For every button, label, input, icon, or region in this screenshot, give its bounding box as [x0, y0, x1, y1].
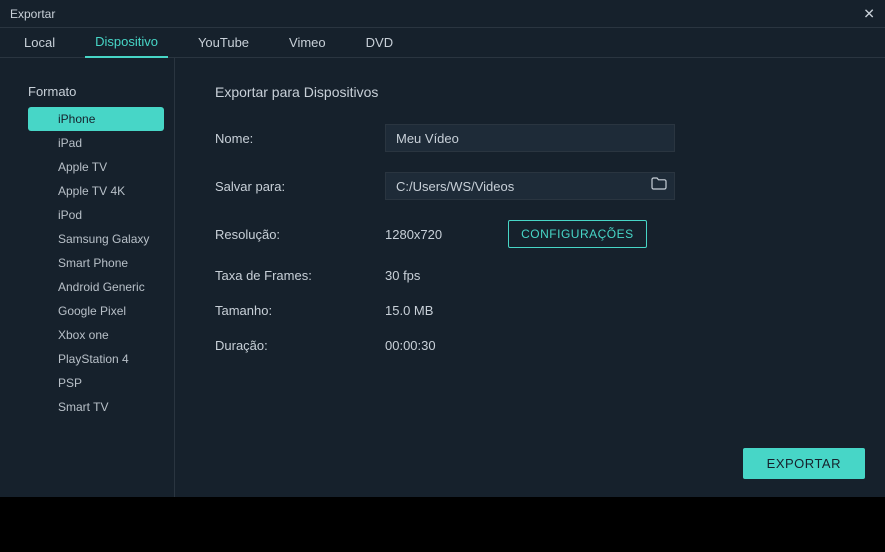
export-button[interactable]: EXPORTAR: [743, 448, 865, 479]
row-size: Tamanho: 15.0 MB: [215, 303, 865, 318]
tab-local[interactable]: Local: [14, 28, 65, 58]
tab-dvd[interactable]: DVD: [356, 28, 403, 58]
duration-label: Duração:: [215, 338, 385, 353]
settings-button[interactable]: CONFIGURAÇÕES: [508, 220, 647, 248]
titlebar: Exportar ✕: [0, 0, 885, 28]
save-input[interactable]: [385, 172, 675, 200]
format-item-xbox[interactable]: Xbox one: [28, 323, 164, 347]
format-item-iphone[interactable]: iPhone: [28, 107, 164, 131]
tab-vimeo[interactable]: Vimeo: [279, 28, 336, 58]
window-title: Exportar: [10, 7, 55, 21]
format-item-pixel[interactable]: Google Pixel: [28, 299, 164, 323]
content-panel: Exportar para Dispositivos Nome: Salvar …: [175, 58, 885, 497]
folder-icon[interactable]: [651, 177, 667, 195]
resolution-value: 1280x720: [385, 227, 442, 242]
format-item-ipod[interactable]: iPod: [28, 203, 164, 227]
dialog-body: Formato iPhone iPad Apple TV Apple TV 4K…: [0, 58, 885, 497]
tab-dispositivo[interactable]: Dispositivo: [85, 28, 168, 58]
row-resolution: Resolução: 1280x720 CONFIGURAÇÕES: [215, 220, 865, 248]
row-save: Salvar para:: [215, 172, 865, 200]
row-duration: Duração: 00:00:30: [215, 338, 865, 353]
format-item-android[interactable]: Android Generic: [28, 275, 164, 299]
duration-value: 00:00:30: [385, 338, 436, 353]
format-sidebar: Formato iPhone iPad Apple TV Apple TV 4K…: [10, 58, 175, 497]
format-item-smartphone[interactable]: Smart Phone: [28, 251, 164, 275]
format-item-ipad[interactable]: iPad: [28, 131, 164, 155]
size-value: 15.0 MB: [385, 303, 433, 318]
save-input-wrap: [385, 172, 675, 200]
format-item-psp[interactable]: PSP: [28, 371, 164, 395]
framerate-value: 30 fps: [385, 268, 420, 283]
save-label: Salvar para:: [215, 179, 385, 194]
content-title: Exportar para Dispositivos: [215, 84, 865, 100]
tab-youtube[interactable]: YouTube: [188, 28, 259, 58]
close-icon[interactable]: ✕: [863, 5, 875, 22]
format-item-appletv4k[interactable]: Apple TV 4K: [28, 179, 164, 203]
format-item-appletv[interactable]: Apple TV: [28, 155, 164, 179]
bottom-padding: [0, 497, 885, 552]
format-item-samsung[interactable]: Samsung Galaxy: [28, 227, 164, 251]
tabs-bar: Local Dispositivo YouTube Vimeo DVD: [0, 28, 885, 58]
resolution-label: Resolução:: [215, 227, 385, 242]
export-dialog: Exportar ✕ Local Dispositivo YouTube Vim…: [0, 0, 885, 497]
name-label: Nome:: [215, 131, 385, 146]
format-header: Formato: [10, 84, 174, 107]
format-item-smarttv[interactable]: Smart TV: [28, 395, 164, 419]
row-name: Nome:: [215, 124, 865, 152]
name-input[interactable]: [385, 124, 675, 152]
size-label: Tamanho:: [215, 303, 385, 318]
framerate-label: Taxa de Frames:: [215, 268, 385, 283]
format-item-ps4[interactable]: PlayStation 4: [28, 347, 164, 371]
row-framerate: Taxa de Frames: 30 fps: [215, 268, 865, 283]
